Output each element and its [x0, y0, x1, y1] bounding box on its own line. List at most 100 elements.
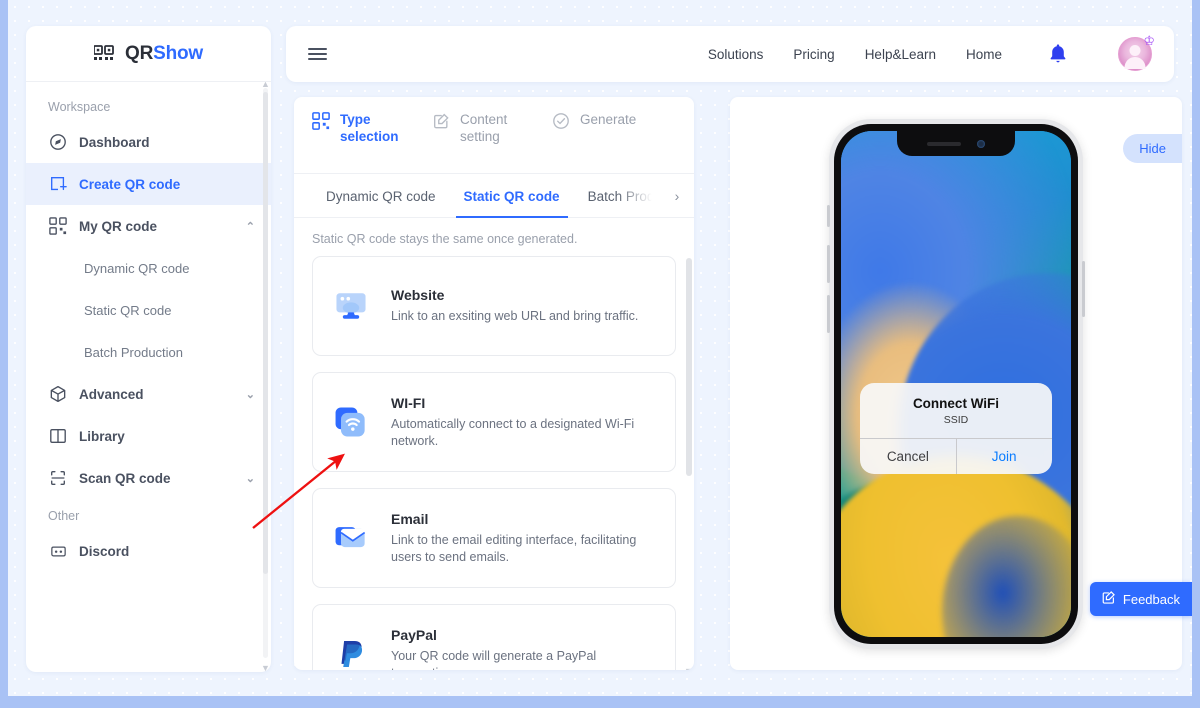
sidebar-item-scan-qr-code[interactable]: Scan QR code ⌄	[26, 457, 271, 499]
sidebar-subitem-static-qr-code[interactable]: Static QR code	[26, 289, 271, 331]
phone-screen: Connect WiFi SSID Cancel Join	[841, 131, 1071, 637]
qr-type-card-website[interactable]: Website Link to an exsiting web URL and …	[312, 256, 676, 356]
static-qr-hint: Static QR code stays the same once gener…	[312, 232, 578, 246]
check-circle-icon	[552, 112, 572, 135]
monitor-icon	[329, 284, 373, 328]
dialog-body: Connect WiFi SSID	[860, 383, 1052, 438]
avatar[interactable]: ♔	[1118, 33, 1155, 71]
feedback-button[interactable]: Feedback	[1089, 582, 1192, 616]
card-list-scroll-down-icon[interactable]: ▼	[684, 666, 693, 670]
sidebar-item-label: Library	[79, 428, 125, 444]
qr-type-card-email[interactable]: Email Link to the email editing interfac…	[312, 488, 676, 588]
paypal-icon	[329, 632, 373, 670]
discord-icon	[48, 541, 68, 561]
qr-type-tabs: Dynamic QR code Static QR code Batch Pro…	[294, 174, 694, 218]
sidebar-item-label: Discord	[79, 543, 130, 559]
hide-preview-button[interactable]: Hide	[1123, 134, 1182, 163]
sidebar-item-label: Scan QR code	[79, 470, 171, 486]
dialog-actions: Cancel Join	[860, 438, 1052, 474]
phone-notch	[897, 131, 1015, 156]
bell-icon[interactable]	[1048, 43, 1068, 65]
crown-icon: ♔	[1143, 33, 1155, 48]
qr-logo-icon	[94, 45, 117, 62]
phone-volume-up-button	[827, 245, 830, 283]
dialog-subtitle: SSID	[943, 414, 969, 426]
tab-batch-production[interactable]: Batch Produ	[574, 174, 652, 218]
front-camera-icon	[977, 139, 985, 148]
wifi-cards-icon	[329, 400, 373, 444]
header-nav-home[interactable]: Home	[966, 47, 1002, 62]
brand-logo[interactable]: QRShow	[26, 26, 271, 82]
sidebar-subitem-label: Batch Production	[84, 344, 184, 360]
phone-mute-switch	[827, 205, 830, 227]
sidebar-subitem-dynamic-qr-code[interactable]: Dynamic QR code	[26, 247, 271, 289]
sidebar-item-discord[interactable]: Discord	[26, 530, 271, 572]
sidebar-scrollbar-thumb[interactable]	[263, 92, 268, 574]
wizard-step-type-selection[interactable]: Type selection	[312, 111, 412, 173]
header-nav-help-learn[interactable]: Help&Learn	[865, 47, 936, 62]
book-icon	[48, 426, 68, 446]
sidebar-item-library[interactable]: Library	[26, 415, 271, 457]
phone-bezel: Connect WiFi SSID Cancel Join	[834, 124, 1078, 644]
sidebar-subitem-batch-production[interactable]: Batch Production	[26, 331, 271, 373]
wizard-step-generate[interactable]: Generate	[552, 111, 652, 173]
card-title: WI-FI	[391, 394, 426, 411]
qr-type-card-wifi[interactable]: WI-FI Automatically connect to a designa…	[312, 372, 676, 472]
tab-dynamic-qr-code[interactable]: Dynamic QR code	[312, 174, 450, 218]
chevron-right-icon[interactable]: ›	[660, 174, 694, 217]
card-description: Automatically connect to a designated Wi…	[391, 416, 635, 448]
qr-type-card-list: Website Link to an exsiting web URL and …	[294, 256, 694, 670]
avatar-face	[1129, 45, 1141, 56]
sidebar-subitem-label: Dynamic QR code	[84, 260, 190, 276]
sidebar-item-label: My QR code	[79, 218, 158, 234]
scroll-down-icon[interactable]: ▼	[261, 664, 270, 673]
chevron-up-icon[interactable]: ⌃	[246, 220, 255, 233]
dialog-title: Connect WiFi	[912, 396, 1000, 411]
hamburger-icon[interactable]	[308, 47, 327, 61]
dialog-join-button[interactable]: Join	[956, 439, 1052, 474]
header-nav: Solutions Pricing Help&Learn Home ♔	[708, 33, 1155, 71]
wizard-step-content-setting[interactable]: Content setting	[432, 111, 532, 173]
connect-wifi-dialog: Connect WiFi SSID Cancel Join	[860, 383, 1052, 474]
wizard-step-label: Content setting	[460, 112, 508, 144]
card-title: Email	[391, 510, 429, 527]
sidebar-item-label: Dashboard	[79, 134, 150, 150]
card-title: Website	[391, 287, 445, 303]
chevron-down-icon[interactable]: ⌄	[246, 388, 255, 401]
edit-square-icon	[432, 112, 452, 135]
dialog-cancel-button[interactable]: Cancel	[860, 439, 956, 474]
envelope-icon	[329, 516, 373, 560]
feedback-edit-icon	[1101, 590, 1116, 608]
qr-type-card-paypal[interactable]: PayPal Your QR code will generate a PayP…	[312, 604, 676, 670]
sidebar-item-dashboard[interactable]: Dashboard	[26, 121, 271, 163]
chevron-down-icon[interactable]: ⌄	[246, 472, 255, 485]
tab-static-qr-code[interactable]: Static QR code	[450, 174, 574, 218]
wizard-steps: Type selection Content setting Generate	[294, 97, 694, 174]
sidebar-item-create-qr-code[interactable]: Create QR code	[26, 163, 271, 205]
brand-name: QRShow	[125, 43, 203, 65]
qr-grid-icon	[48, 216, 68, 236]
sidebar-section-other: Other	[48, 509, 80, 523]
type-selection-panel: Type selection Content setting Generate …	[294, 97, 694, 670]
scan-frame-icon	[48, 468, 68, 488]
compass-icon	[48, 132, 68, 152]
card-description: Your QR code will generate a PayPal tran…	[391, 648, 597, 671]
sidebar-item-my-qr-code[interactable]: My QR code ⌃	[26, 205, 271, 247]
sidebar-nav: ▲ ▼ Workspace Dashboard Create QR code M…	[26, 82, 271, 672]
feedback-label: Feedback	[1122, 591, 1180, 607]
scroll-up-icon[interactable]: ▲	[261, 82, 270, 89]
card-list-scrollbar-thumb[interactable]	[686, 258, 692, 476]
wizard-step-label: Generate	[580, 112, 637, 127]
sidebar: QRShow ▲ ▼ Workspace Dashboard Create QR…	[26, 26, 271, 672]
grid-squares-icon	[312, 112, 332, 135]
header-nav-pricing[interactable]: Pricing	[793, 47, 834, 62]
earpiece-speaker-icon	[927, 141, 961, 146]
add-square-icon	[48, 174, 68, 194]
sidebar-item-advanced[interactable]: Advanced ⌄	[26, 373, 271, 415]
sidebar-subitem-label: Static QR code	[84, 302, 172, 318]
card-description: Link to an exsiting web URL and bring tr…	[391, 309, 639, 323]
top-header: Solutions Pricing Help&Learn Home ♔	[286, 26, 1174, 82]
sidebar-section-workspace: Workspace	[48, 100, 111, 114]
header-nav-solutions[interactable]: Solutions	[708, 47, 764, 62]
brand-name-accent: Show	[153, 42, 203, 64]
